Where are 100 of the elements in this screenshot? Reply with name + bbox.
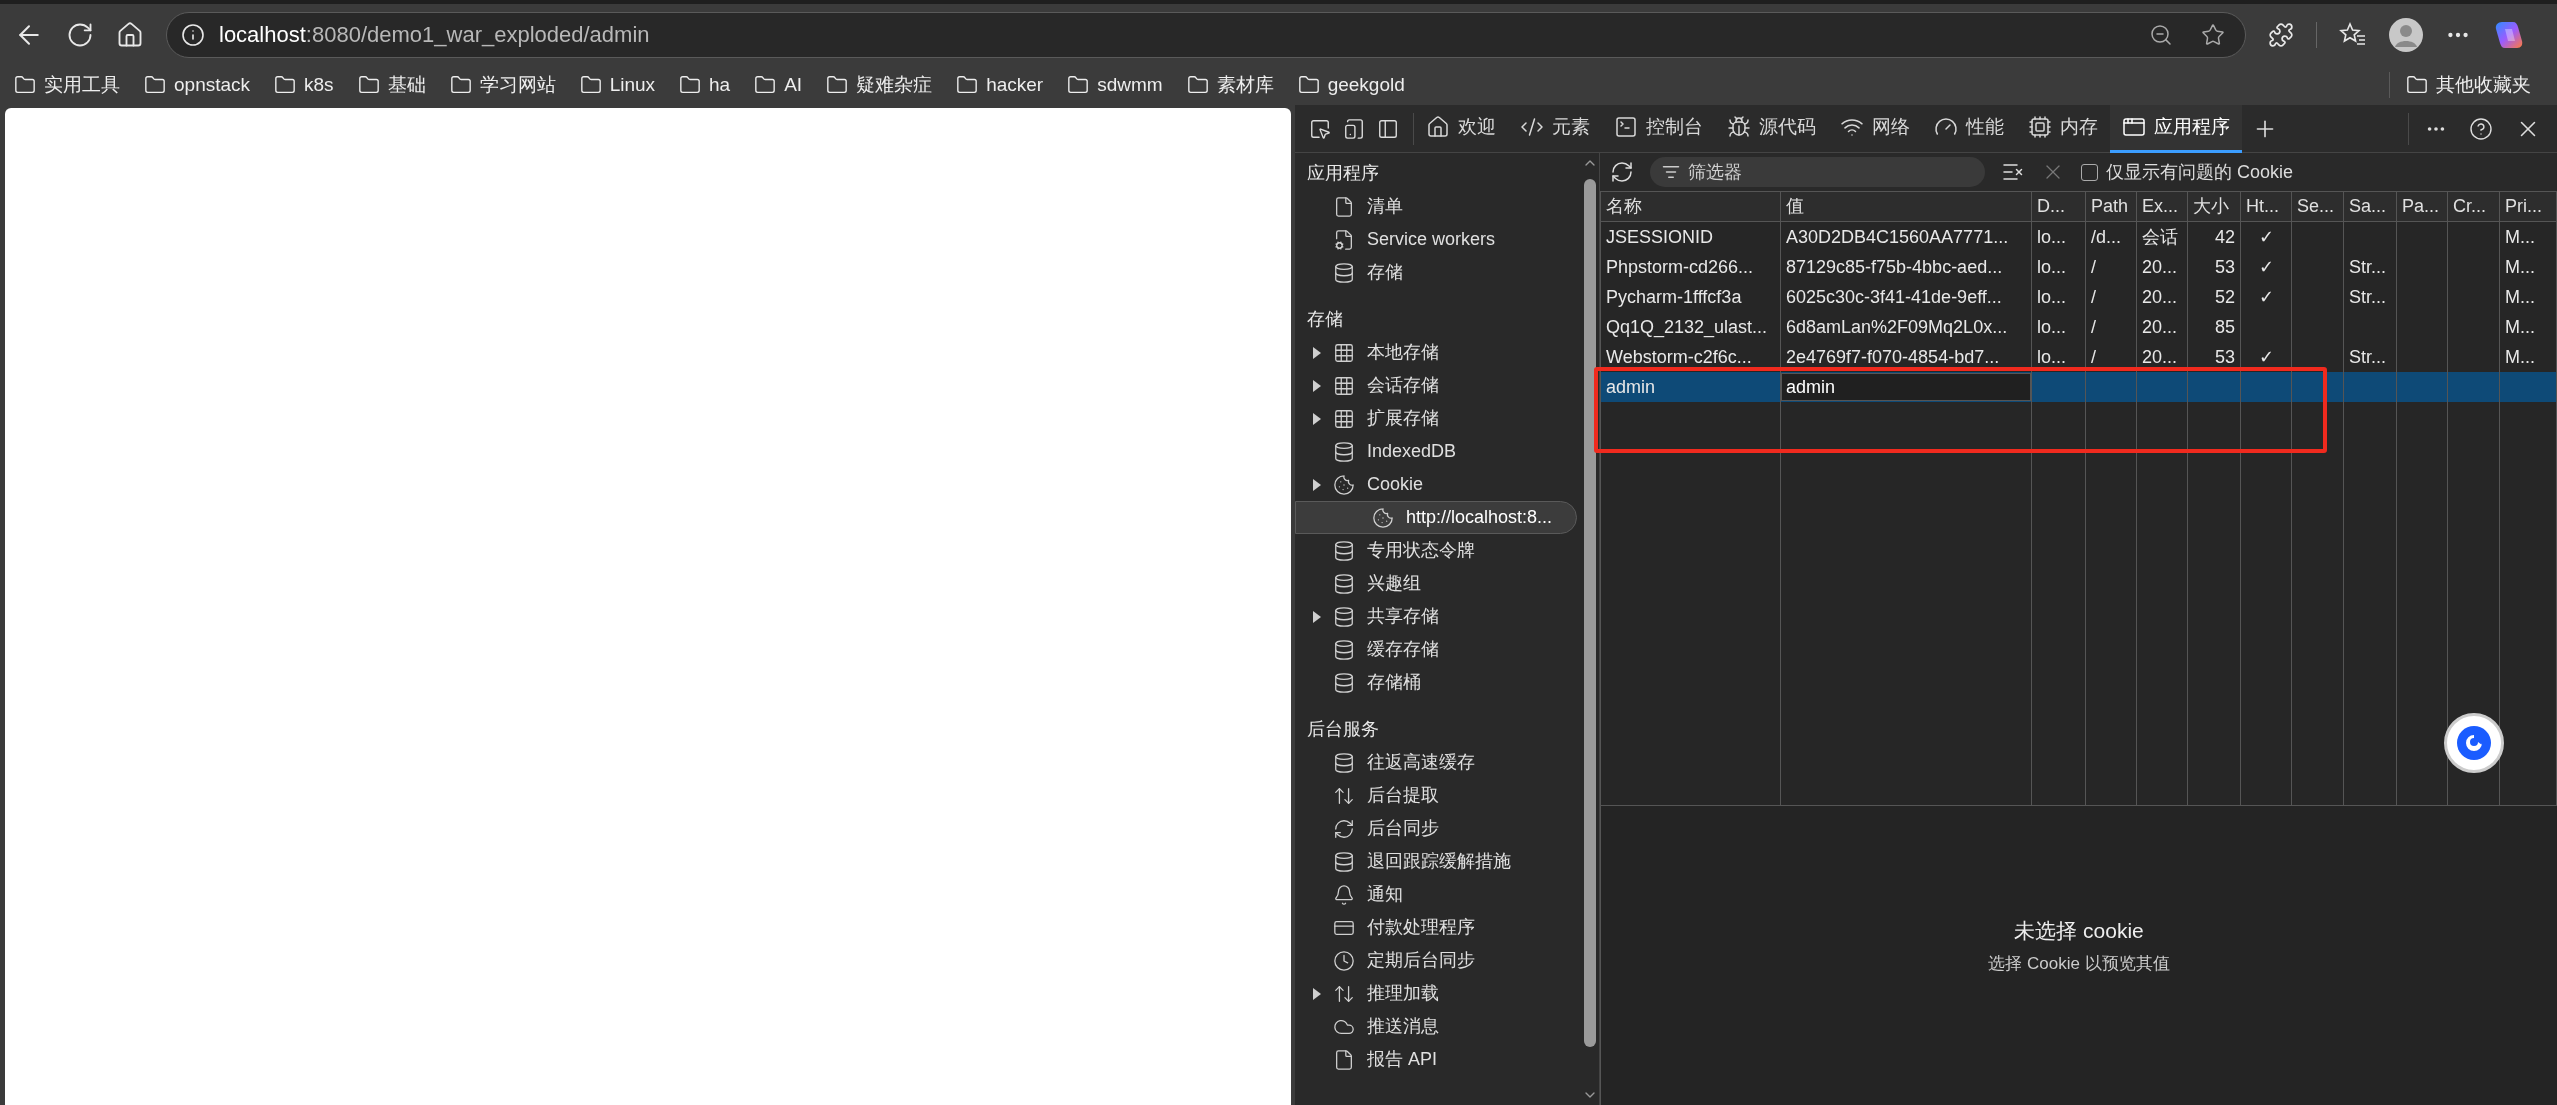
expand-arrow-icon[interactable] [1312, 412, 1322, 425]
sidebar-item[interactable]: 报告 API [1295, 1043, 1577, 1076]
sidebar-item[interactable]: 清单 [1295, 190, 1577, 223]
bookmark-folder[interactable]: hacker [956, 70, 1044, 100]
table-row[interactable]: JSESSIONID A30D2DB4C1560AA7771... lo... /d... 会话 42 ✓ M... [1601, 222, 2557, 252]
refresh-icon[interactable] [1610, 160, 1634, 184]
sidebar-item[interactable]: 兴趣组 [1295, 567, 1577, 600]
devtools-tab[interactable]: 元素 [1508, 104, 1602, 153]
folder-icon [754, 74, 777, 96]
expand-arrow-icon[interactable] [1312, 346, 1322, 359]
sidebar-item[interactable]: 本地存储 [1295, 336, 1577, 369]
cookie-value-input[interactable]: admin [1781, 373, 2031, 401]
sidebar-item[interactable]: 扩展存储 [1295, 402, 1577, 435]
folder-icon [274, 74, 297, 96]
sidebar-item[interactable]: 通知 [1295, 878, 1577, 911]
info-icon[interactable] [181, 22, 205, 47]
zoom-out-icon[interactable] [2149, 22, 2173, 47]
sidebar-item[interactable]: IndexedDB [1295, 435, 1577, 468]
sidebar-item[interactable]: 共享存储 [1295, 600, 1577, 633]
column-header[interactable]: Se... [2292, 192, 2344, 221]
devtools-tab[interactable]: 应用程序 [2110, 104, 2242, 153]
column-header[interactable]: 大小 [2188, 192, 2241, 221]
devtools-tab[interactable]: 源代码 [1715, 104, 1828, 153]
column-header[interactable]: D... [2032, 192, 2086, 221]
column-header[interactable]: Path [2086, 192, 2137, 221]
bookmark-folder[interactable]: 其他收藏夹 [2406, 70, 2531, 100]
table-cell-text: 53 [2214, 255, 2235, 279]
bookmark-folder[interactable]: 基础 [357, 70, 426, 100]
sidebar-item[interactable]: Cookie [1295, 468, 1577, 501]
sidebar-item[interactable]: 后台提取 [1295, 779, 1577, 812]
column-header[interactable]: 值 [1781, 192, 2032, 221]
expand-arrow-icon[interactable] [1312, 379, 1322, 392]
table-cell-text: Str... [2349, 285, 2386, 309]
column-header[interactable]: Ex... [2137, 192, 2188, 221]
sidebar-item[interactable]: Service workers [1295, 223, 1577, 256]
devtools-tab[interactable]: 性能 [1922, 104, 2016, 153]
column-header[interactable]: Ht... [2241, 192, 2292, 221]
table-cell-text: Str... [2349, 345, 2386, 369]
sidebar-item[interactable]: 定期后台同步 [1295, 944, 1577, 977]
table-row[interactable]: Phpstorm-cd266... 87129c85-f75b-4bbc-aed... lo... / 20... 53 ✓ Str... M... [1601, 252, 2557, 282]
table-cell-text: 42 [2214, 225, 2235, 249]
file-gear-icon [1333, 228, 1355, 251]
bookmark-folder[interactable]: AI [754, 70, 803, 100]
table-cell-text: 53 [2214, 345, 2235, 369]
preview-title: 未选择 cookie [2014, 918, 2144, 944]
expand-arrow-icon[interactable] [1312, 610, 1322, 623]
devtools-tab[interactable]: 控制台 [1602, 104, 1715, 153]
expand-arrow-icon[interactable] [1312, 987, 1322, 1000]
sidebar-item[interactable]: 专用状态令牌 [1295, 534, 1577, 567]
terminal-icon [1614, 115, 1638, 139]
table-row[interactable]: admin admin [1601, 372, 2557, 402]
sidebar-item[interactable]: 缓存存储 [1295, 633, 1577, 666]
star-icon[interactable] [2201, 22, 2225, 47]
device-icon[interactable] [1343, 117, 1365, 140]
checkbox[interactable] [2081, 163, 2098, 181]
favorites-icon[interactable] [2339, 21, 2367, 48]
avatar-icon[interactable] [2389, 17, 2423, 52]
devtools-tab[interactable]: 内存 [2016, 104, 2110, 153]
address-bar[interactable]: localhost:8080/demo1_war_exploded/admin [166, 11, 2246, 58]
bookmark-folder[interactable]: k8s [274, 70, 334, 100]
column-header[interactable]: Sa... [2344, 192, 2397, 221]
bookmark-folder[interactable]: ha [679, 70, 731, 100]
sidebar-item[interactable]: 推送消息 [1295, 1010, 1577, 1043]
table-row[interactable]: Pycharm-1fffcf3a 6025c30c-3f41-41de-9eff... lo... / 20... 52 ✓ Str... M... [1601, 282, 2557, 312]
bookmark-folder[interactable]: sdwmm [1067, 70, 1163, 100]
column-header[interactable]: 名称 [1601, 192, 1781, 221]
sidebar-item[interactable]: 会话存储 [1295, 369, 1577, 402]
expand-arrow-icon[interactable] [1312, 478, 1322, 491]
sidebar-item[interactable]: 存储桶 [1295, 666, 1577, 699]
bookmark-folder[interactable]: 素材库 [1186, 70, 1274, 100]
home-icon[interactable] [116, 20, 144, 49]
column-header[interactable]: Pri... [2500, 192, 2557, 221]
sidebar-item[interactable]: 后台同步 [1295, 812, 1577, 845]
bookmark-folder[interactable]: 学习网站 [449, 70, 556, 100]
inspect-icon[interactable] [1309, 117, 1331, 140]
bookmark-folder[interactable]: 实用工具 [14, 70, 120, 100]
bookmark-folder[interactable]: 疑难杂症 [826, 70, 933, 100]
devtools-tab[interactable]: 欢迎 [1414, 104, 1508, 153]
bookmark-folder[interactable]: opnstack [144, 70, 251, 100]
sidebar-item[interactable]: 退回跟踪缓解措施 [1295, 845, 1577, 878]
table-cell-text: 20... [2142, 255, 2178, 279]
table-cell-text: 85 [2214, 315, 2235, 339]
devtools-tab[interactable]: 网络 [1828, 104, 1922, 153]
house-icon [1426, 115, 1450, 139]
bookmark-folder[interactable]: geekgold [1297, 70, 1405, 100]
sidebar-item[interactable]: 付款处理程序 [1295, 911, 1577, 944]
sidebar-item[interactable]: http://localhost:8... [1295, 501, 1577, 534]
sidebar-item[interactable]: 存储 [1295, 256, 1577, 289]
column-header[interactable]: Cr... [2448, 192, 2500, 221]
dock-icon[interactable] [1377, 117, 1399, 140]
sidebar-item[interactable]: 往返高速缓存 [1295, 746, 1577, 779]
bookmark-folder[interactable]: Linux [579, 70, 656, 100]
table-cell-text: ✓ [2258, 345, 2274, 369]
table-cell-text: admin [1606, 375, 1656, 399]
column-header[interactable]: Pa... [2397, 192, 2448, 221]
sidebar-item[interactable]: 推理加载 [1295, 977, 1577, 1010]
filter-field[interactable]: 筛选器 [1650, 157, 1985, 187]
extensions-icon[interactable] [2268, 21, 2294, 48]
help-icon[interactable] [2469, 116, 2493, 141]
table-row[interactable]: Qq1Q_2132_ulast... 6d8amLan%2F09Mq2L0x... lo... / 20... 85 M... [1601, 312, 2557, 342]
